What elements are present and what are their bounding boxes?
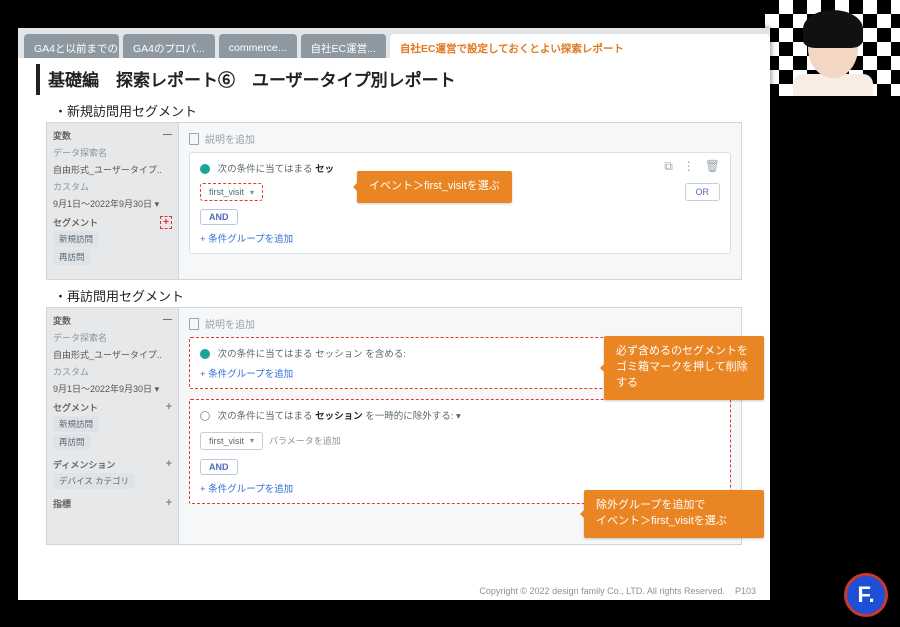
condition-text-exclude: 次の条件に当てはまる セッション を一時的に除外する: ▾ [218,411,461,422]
presenter-webcam [765,0,900,96]
date-range-2[interactable]: 9月1日〜2022年9月30日 ▾ [53,382,172,395]
param-placeholder[interactable]: パラメータを追加 [269,434,341,447]
tab-ga4-legacy[interactable]: GA4と以前までの... [24,34,119,58]
ga-sidebar-1: 変数— データ探索名 自由形式_ユーザータイプ.. カスタム 9月1日〜2022… [47,123,179,279]
chevron-down-icon[interactable]: ▾ [456,411,461,422]
tab-active-explore-report[interactable]: 自社EC運営で設定しておくとよい探索レポート [390,34,770,58]
callout-event-first-visit: イベント＞first_visitを選ぶ [357,171,512,203]
document-icon [189,133,199,145]
explore-name-label-2: データ探索名 [53,331,172,344]
custom-label: カスタム [53,180,172,193]
segment-chip-new-2[interactable]: 新規訪問 [53,416,99,432]
corner-logo: F. [844,573,888,617]
presentation-slide: GA4と以前までの... GA4のプロパ... commerce... 自社EC… [18,28,770,600]
dot-indicator-2 [200,349,210,359]
add-condition-group-1[interactable]: 条件グループを追加 [200,231,720,245]
condition-card-1: ⧉ ⋮ 🗑 次の条件に当てはまる セッ first_visit▾ OR [189,152,731,254]
callout-exclude-group: 除外グループを追加で イベント＞first_visitを選ぶ [584,490,764,538]
exclude-card: 次の条件に当てはまる セッション を一時的に除外する: ▾ first_visi… [189,399,731,504]
trash-icon[interactable]: 🗑 [705,159,720,174]
custom-label-2: カスタム [53,365,172,378]
add-description-1[interactable]: 説明を追加 [189,131,731,146]
explore-name-label: データ探索名 [53,146,172,159]
event-select-first-visit[interactable]: first_visit▾ [200,183,263,201]
segment-header-2: セグメント [53,401,98,414]
dimension-add[interactable]: + [166,458,172,471]
panel-new-visit: 変数— データ探索名 自由形式_ユーザータイプ.. カスタム 9月1日〜2022… [46,122,742,280]
segment-header: セグメント [53,216,98,229]
condition-text-1: 次の条件に当てはまる セッ [218,164,334,175]
and-button[interactable]: AND [200,209,238,225]
tab-ec-operation[interactable]: 自社EC運営... [301,34,386,58]
chevron-down-icon: ▾ [250,436,254,445]
segment-chip-new[interactable]: 新規訪問 [53,231,99,247]
copy-icon[interactable]: ⧉ [664,159,673,174]
dot-indicator [200,164,210,174]
subtitle-new-visit: ・新規訪問用セグメント [54,101,752,120]
segment-chip-return-2[interactable]: 再訪問 [53,434,91,450]
more-icon[interactable]: ⋮ [683,159,695,174]
condition-text-include: 次の条件に当てはまる セッション を含める: [218,349,406,360]
ga-sidebar-2: 変数— データ探索名 自由形式_ユーザータイプ.. カスタム 9月1日〜2022… [47,308,179,544]
dimension-header: ディメンション [53,458,115,471]
chevron-down-icon: ▾ [250,188,254,197]
add-description-2[interactable]: 説明を追加 [189,316,731,331]
segment-add-2[interactable]: + [166,401,172,414]
callout-delete-include: 必ず含めるのセグメントを ゴミ箱マークを押して削除 する [604,336,764,400]
tab-bar: GA4と以前までの... GA4のプロパ... commerce... 自社EC… [18,28,770,58]
segment-chip-return[interactable]: 再訪問 [53,249,91,265]
segment-add-highlighted[interactable]: + [160,216,172,229]
explore-name-value-2: 自由形式_ユーザータイプ.. [53,348,172,361]
dot-hollow [200,411,210,421]
date-range[interactable]: 9月1日〜2022年9月30日 ▾ [53,197,172,210]
document-icon-2 [189,318,199,330]
slide-title: 基礎編 探索レポート⑥ ユーザータイプ別レポート [36,64,752,95]
or-button[interactable]: OR [685,183,721,201]
tab-ga4-property[interactable]: GA4のプロパ... [123,34,215,58]
var-header-2: 変数 [53,314,71,327]
subtitle-return-visit: ・再訪問用セグメント [54,286,752,305]
tab-commerce[interactable]: commerce... [219,34,297,58]
metric-header: 指標 [53,497,71,510]
explore-name-value: 自由形式_ユーザータイプ.. [53,163,172,176]
dimension-chip-device[interactable]: デバイス カテゴリ [53,473,135,489]
and-button-2[interactable]: AND [200,459,238,475]
metric-add[interactable]: + [166,497,172,510]
slide-footer: Copyright © 2022 design family Co., LTD.… [479,586,756,596]
event-select-first-visit-2[interactable]: first_visit▾ [200,432,263,450]
var-header: 変数 [53,129,71,142]
